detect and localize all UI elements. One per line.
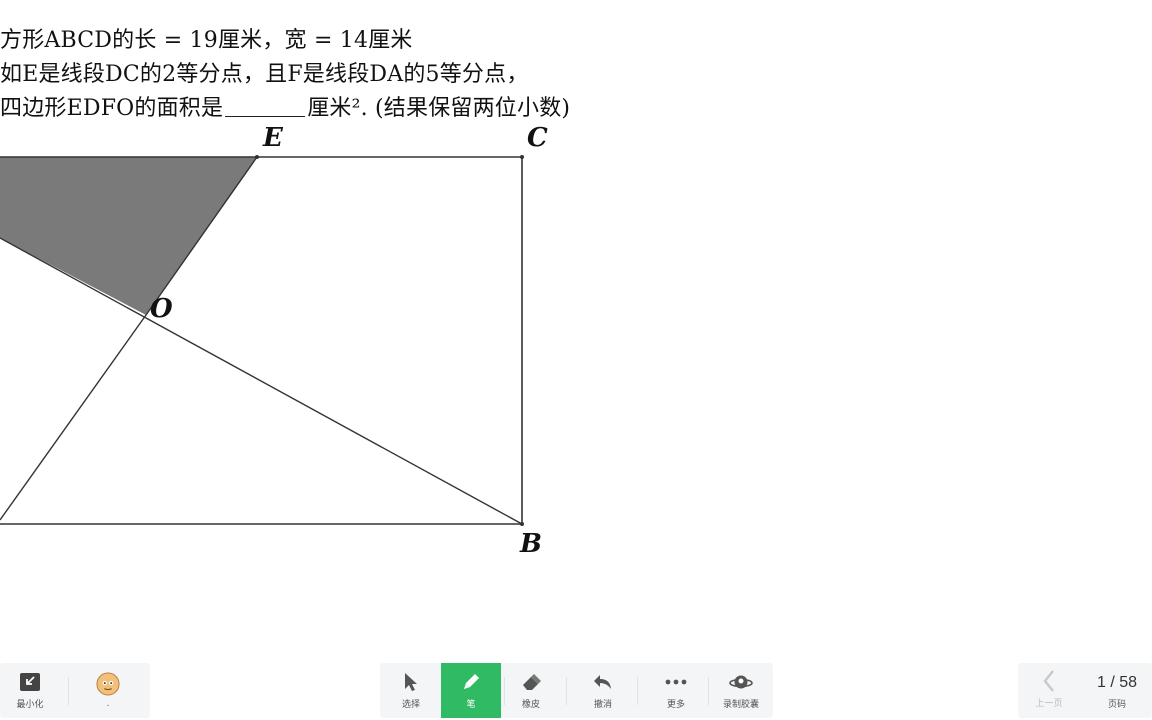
more-label: 更多 xyxy=(666,700,685,710)
pen-icon xyxy=(459,671,483,693)
prev-page-label: 上一页 xyxy=(1035,699,1063,709)
more-button[interactable]: 更多 xyxy=(646,663,706,718)
eraser-icon xyxy=(519,671,543,693)
divider xyxy=(708,677,709,705)
avatar-label: . xyxy=(106,698,110,709)
problem-line-1: 方形ABCD的长 = 19厘米，宽 = 14厘米 xyxy=(0,28,413,53)
undo-label: 撤消 xyxy=(593,700,612,710)
point-c xyxy=(520,155,524,159)
problem-line-3-suffix: 厘米². (结果保留两位小数) xyxy=(307,96,571,121)
label-c: C xyxy=(527,123,548,153)
label-e: E xyxy=(262,123,284,153)
select-tool-label: 选择 xyxy=(401,700,420,710)
eraser-tool-button[interactable]: 橡皮 xyxy=(501,663,561,718)
undo-button[interactable]: 撤消 xyxy=(573,663,633,718)
page-separator: / xyxy=(1105,674,1120,691)
divider xyxy=(566,677,567,705)
avatar-button[interactable]: . xyxy=(78,663,138,718)
problem-line-3: 四边形EDFO的面积是 厘米². (结果保留两位小数) xyxy=(0,90,570,122)
more-icon xyxy=(664,671,688,693)
problem-line-3-prefix: 四边形EDFO的面积是 xyxy=(0,96,224,121)
page-label: 页码 xyxy=(1107,700,1126,710)
page-total: 58 xyxy=(1119,674,1138,691)
undo-icon xyxy=(591,671,615,693)
pen-tool-label: 笔 xyxy=(466,700,476,710)
record-capsule-button[interactable]: 录制胶囊 xyxy=(711,663,771,718)
record-capsule-icon xyxy=(729,671,753,693)
point-b xyxy=(520,522,524,526)
minimize-button[interactable]: 最小化 xyxy=(0,663,60,718)
select-tool-button[interactable]: 选择 xyxy=(381,663,441,718)
divider xyxy=(68,677,69,705)
label-o: O xyxy=(150,294,173,324)
shaded-region-edfo xyxy=(0,157,257,315)
minimize-icon xyxy=(18,671,42,693)
label-b: B xyxy=(519,529,542,559)
eraser-tool-label: 橡皮 xyxy=(521,700,540,710)
point-e xyxy=(255,155,259,159)
answer-blank xyxy=(225,98,306,117)
page-indicator[interactable]: 1 / 58 xyxy=(1090,674,1144,692)
minimize-label: 最小化 xyxy=(16,700,44,710)
cursor-icon xyxy=(399,671,423,693)
record-capsule-label: 录制胶囊 xyxy=(722,700,759,710)
divider xyxy=(637,677,638,705)
chevron-left-icon xyxy=(1043,670,1054,692)
left-toolbar: 最小化 . xyxy=(0,663,150,718)
pen-tool-button[interactable]: 笔 xyxy=(441,663,501,718)
drawing-toolbar: 选择 笔 橡皮 撤消 更多 录制胶囊 xyxy=(380,663,773,718)
prev-page-button[interactable]: 上一页 xyxy=(1026,668,1072,716)
segment-ao xyxy=(0,314,147,521)
page-current: 1 xyxy=(1096,674,1106,691)
segment-fb xyxy=(0,237,523,525)
problem-line-2: 如E是线段DC的2等分点，且F是线段DA的5等分点， xyxy=(0,62,529,87)
avatar xyxy=(96,671,120,696)
geometry-figure: E C O B xyxy=(0,123,548,559)
